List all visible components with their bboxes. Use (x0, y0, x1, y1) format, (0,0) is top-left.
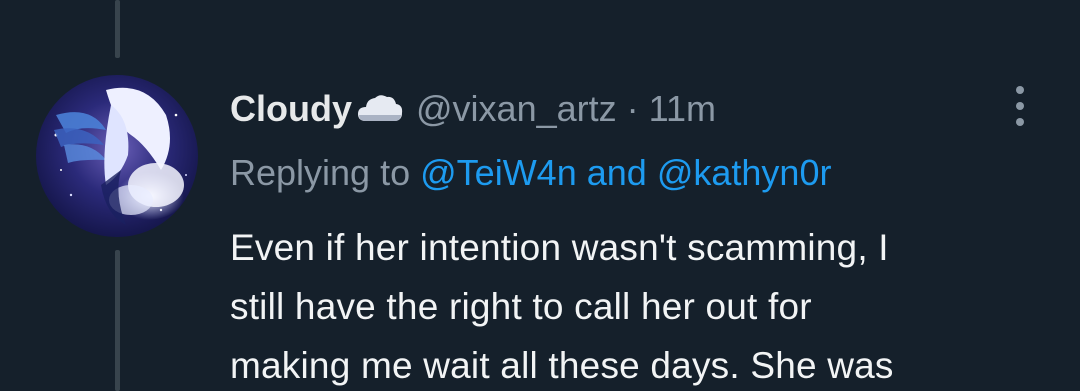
timestamp[interactable]: 11m (649, 88, 716, 130)
more-vertical-icon (1016, 86, 1024, 94)
mention-link[interactable]: @TeiW4n (420, 152, 577, 193)
avatar-image (36, 75, 198, 237)
more-vertical-icon-dot (1016, 102, 1024, 110)
tweet-text: Even if her intention wasn't scamming, I… (230, 218, 1030, 391)
header-separator: · (626, 88, 639, 129)
tweet-header: Cloudy @vixan_artz · 11m (230, 88, 716, 130)
replying-prefix: Replying to (230, 152, 411, 193)
mention-link[interactable]: @kathyn0r (657, 152, 832, 193)
thread-connector-top (115, 0, 120, 58)
tweet-reply-view: Cloudy @vixan_artz · 11m Replying to @Te… (0, 0, 1080, 391)
replying-to: Replying to @TeiW4n and @kathyn0r (230, 152, 831, 194)
display-name[interactable]: Cloudy (230, 88, 352, 130)
replying-conjunction[interactable]: and (587, 152, 647, 193)
cloud-icon (356, 91, 404, 127)
more-vertical-icon-dot (1016, 118, 1024, 126)
avatar[interactable] (36, 75, 198, 237)
tweet-text-line: making me wait all these days. She was (230, 345, 894, 386)
tweet-text-line: Even if her intention wasn't scamming, I (230, 227, 889, 268)
more-options-button[interactable] (1006, 84, 1034, 128)
user-handle[interactable]: @vixan_artz (416, 88, 617, 130)
tweet-text-line: still have the right to call her out for (230, 286, 812, 327)
thread-connector-bottom (115, 250, 120, 391)
